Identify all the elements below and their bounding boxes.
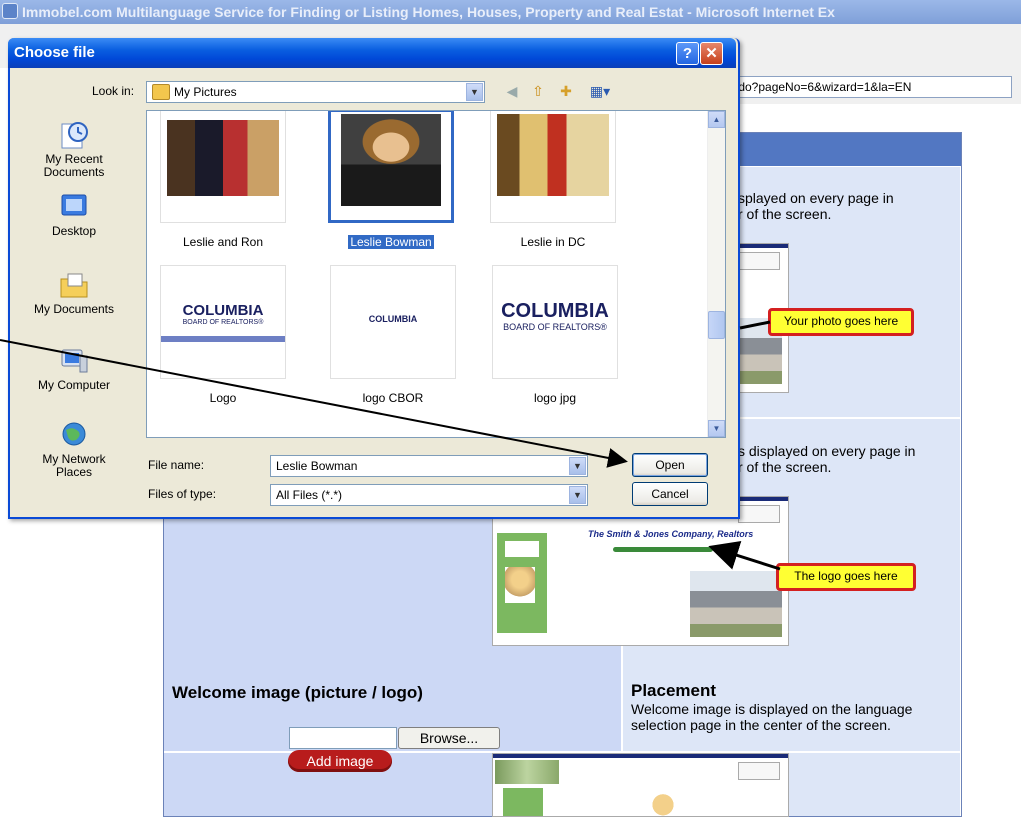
folder-icon [152,84,170,100]
file-item-selected[interactable]: Leslie Bowman [328,111,454,249]
file-list-scrollbar[interactable]: ▲ ▼ [707,111,725,437]
photo-placement-text: splayed on every page in r of the screen… [738,190,894,222]
dialog-titlebar: Choose file ? ✕ [8,38,736,68]
file-type-label: Files of type: [148,487,217,501]
chevron-down-icon[interactable]: ▼ [569,457,586,475]
file-item[interactable]: Leslie and Ron [160,111,286,249]
look-in-label: Look in: [92,84,135,98]
logo-callout: The logo goes here [776,563,916,591]
photo-thumbnail [497,114,609,196]
ie-icon [2,3,18,19]
help-button[interactable]: ? [676,42,699,65]
cancel-button[interactable]: Cancel [632,482,708,506]
photo-callout: Your photo goes here [768,308,914,336]
file-item[interactable]: Leslie in DC [490,111,616,249]
file-name-label: File name: [148,458,205,472]
address-input[interactable]: .do?pageNo=6&wizard=1&la=EN [731,76,1012,98]
choose-file-dialog: Choose file ? ✕ Look in: My Pictures ▼ ◀… [8,38,740,519]
place-desktop[interactable]: Desktop [12,192,136,238]
file-list[interactable]: Leslie and Ron Leslie Bowman Leslie in D… [146,110,726,438]
new-folder-icon[interactable]: ✚ [556,82,576,100]
file-type-dropdown[interactable]: All Files (*.*) ▼ [270,484,588,506]
file-item[interactable]: COLUMBIA BOARD OF REALTORS® Logo [160,265,286,405]
recent-documents-icon [61,122,88,149]
my-computer-icon [61,349,88,373]
look-in-dropdown[interactable]: My Pictures ▼ [146,81,485,103]
welcome-file-input[interactable] [289,727,397,749]
chevron-down-icon[interactable]: ▼ [569,486,586,504]
scroll-up-icon[interactable]: ▲ [708,111,725,128]
file-item[interactable]: COLUMBIA logo CBOR [330,265,456,405]
desktop-icon [61,194,87,216]
browser-title: Immobel.com Multilanguage Service for Fi… [22,4,835,20]
place-network-places[interactable]: My Network Places [12,420,136,479]
look-in-value: My Pictures [174,85,237,99]
photo-thumbnail [167,120,279,196]
placement-text: Welcome image is displayed on the langua… [631,701,913,733]
dialog-title: Choose file [14,44,95,61]
logo-placement-text: s displayed on every page in r of the sc… [738,443,916,475]
open-button[interactable]: Open [632,453,708,477]
browse-button[interactable]: Browse... [398,727,500,749]
file-item[interactable]: COLUMBIA BOARD OF REALTORS® logo jpg [492,265,618,405]
scroll-down-icon[interactable]: ▼ [708,420,725,437]
close-button[interactable]: ✕ [700,42,723,65]
place-my-documents[interactable]: My Documents [12,270,136,316]
file-name-input[interactable]: Leslie Bowman ▼ [270,455,588,477]
add-image-button[interactable]: Add image [288,750,392,772]
up-folder-icon[interactable]: ⇧ [528,82,548,100]
chevron-down-icon[interactable]: ▼ [466,83,483,101]
photo-thumbnail [341,114,441,206]
placement-heading: Placement [631,681,717,700]
my-documents-icon [60,273,88,298]
place-recent-documents[interactable]: My Recent Documents [12,120,136,179]
welcome-image-title: Welcome image (picture / logo) [172,683,423,702]
views-menu-icon[interactable]: ▦▾ [586,82,614,100]
back-icon[interactable]: ◀ [502,82,522,100]
welcome-preview-image [492,753,789,817]
network-places-icon [62,422,86,446]
place-my-computer[interactable]: My Computer [12,346,136,392]
browser-titlebar: Immobel.com Multilanguage Service for Fi… [0,0,1021,24]
scrollbar-thumb[interactable] [708,311,725,339]
